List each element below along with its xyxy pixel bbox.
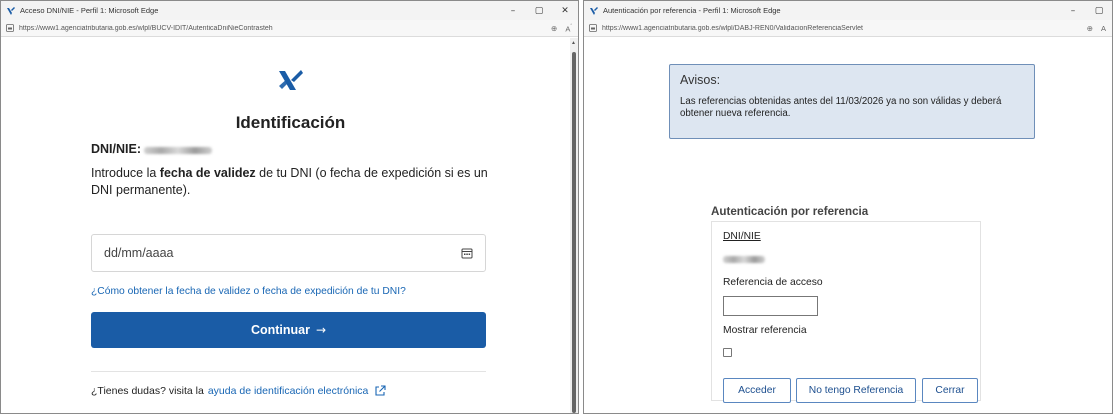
page-info-icon[interactable]: [589, 24, 597, 32]
notice-box: Avisos: Las referencias obtenidas antes …: [669, 64, 1035, 139]
reference-label: Referencia de acceso: [723, 277, 823, 288]
instruction-bold: fecha de validez: [159, 166, 256, 180]
window-title: Acceso DNI/NIE - Perfil 1: Microsoft Edg…: [20, 6, 159, 15]
show-reference-checkbox[interactable]: [723, 348, 732, 357]
close-button[interactable]: ✕: [552, 1, 578, 20]
notice-text: Las referencias obtenidas antes del 11/0…: [680, 96, 1002, 119]
notice-title: Avisos:: [680, 73, 721, 87]
read-aloud-icon[interactable]: A: [1101, 24, 1106, 33]
vertical-scrollbar[interactable]: ▲: [570, 38, 578, 413]
address-bar[interactable]: https://www1.agenciatributaria.gob.es/wl…: [1, 20, 578, 37]
reference-input[interactable]: [723, 296, 818, 316]
page-info-icon[interactable]: [6, 24, 14, 32]
read-aloud-icon[interactable]: Aˆ: [565, 24, 572, 34]
cerrar-button[interactable]: Cerrar: [922, 378, 978, 403]
date-input[interactable]: [91, 234, 486, 272]
address-bar-actions: ⊕ A: [1087, 20, 1106, 37]
page-title: Identificación: [235, 113, 346, 132]
browser-window-autenticacion-referencia: Autenticación por referencia - Perfil 1:…: [583, 0, 1113, 414]
doubts-text: ¿Tienes dudas? visita la: [91, 385, 204, 397]
window-controls: – ▢ ✕: [500, 1, 578, 20]
window-titlebar[interactable]: Acceso DNI/NIE - Perfil 1: Microsoft Edg…: [1, 1, 578, 20]
auth-section-title: Autenticación por referencia: [711, 205, 869, 218]
zoom-icon[interactable]: ⊕: [551, 24, 557, 33]
scrollbar-thumb[interactable]: [572, 52, 576, 413]
help-link-fecha-validez[interactable]: ¿Cómo obtener la fecha de validez o fech…: [91, 286, 406, 297]
agencia-tributaria-icon: [590, 6, 598, 15]
continue-button[interactable]: Continuar →: [91, 312, 486, 348]
help-footer: ¿Tienes dudas? visita la ayuda de identi…: [91, 385, 386, 397]
minimize-button[interactable]: –: [1060, 1, 1086, 20]
window-controls: – ▢: [1060, 1, 1112, 20]
dni-value-redacted: [144, 147, 212, 154]
dni-value-redacted: [723, 256, 765, 263]
acceder-button[interactable]: Acceder: [723, 378, 791, 403]
scroll-up-icon[interactable]: ▲: [571, 40, 576, 46]
maximize-button[interactable]: ▢: [526, 1, 552, 20]
page-viewport: Identificación DNI/NIE: Introduce la fec…: [1, 38, 578, 413]
calendar-icon[interactable]: [461, 247, 473, 259]
arrow-right-icon: →: [315, 323, 327, 337]
instruction-text: Introduce la fecha de validez de tu DNI …: [91, 166, 488, 197]
dni-label: DNI/NIE:: [91, 142, 141, 156]
help-link-identificacion[interactable]: ayuda de identificación electrónica: [208, 385, 369, 397]
dni-label: DNI/NIE: [723, 231, 761, 242]
address-url[interactable]: https://www1.agenciatributaria.gob.es/wl…: [602, 25, 863, 32]
minimize-button[interactable]: –: [500, 1, 526, 20]
window-titlebar[interactable]: Autenticación por referencia - Perfil 1:…: [584, 1, 1112, 20]
zoom-icon[interactable]: ⊕: [1087, 24, 1093, 33]
external-link-icon[interactable]: [374, 385, 386, 397]
page-viewport: Avisos: Las referencias obtenidas antes …: [584, 38, 1112, 413]
continue-label: Continuar: [250, 323, 310, 337]
browser-window-identificacion: Acceso DNI/NIE - Perfil 1: Microsoft Edg…: [0, 0, 579, 414]
agencia-tributaria-logo: [279, 70, 303, 90]
address-bar-actions: ⊕ Aˆ: [551, 20, 572, 37]
window-title: Autenticación por referencia - Perfil 1:…: [603, 6, 781, 15]
address-bar[interactable]: https://www1.agenciatributaria.gob.es/wl…: [584, 20, 1112, 37]
no-reference-button[interactable]: No tengo Referencia: [796, 378, 916, 403]
address-url[interactable]: https://www1.agenciatributaria.gob.es/wl…: [19, 25, 273, 32]
maximize-button[interactable]: ▢: [1086, 1, 1112, 20]
show-reference-label: Mostrar referencia: [723, 325, 807, 336]
agencia-tributaria-icon: [7, 6, 15, 15]
divider: [91, 371, 486, 372]
